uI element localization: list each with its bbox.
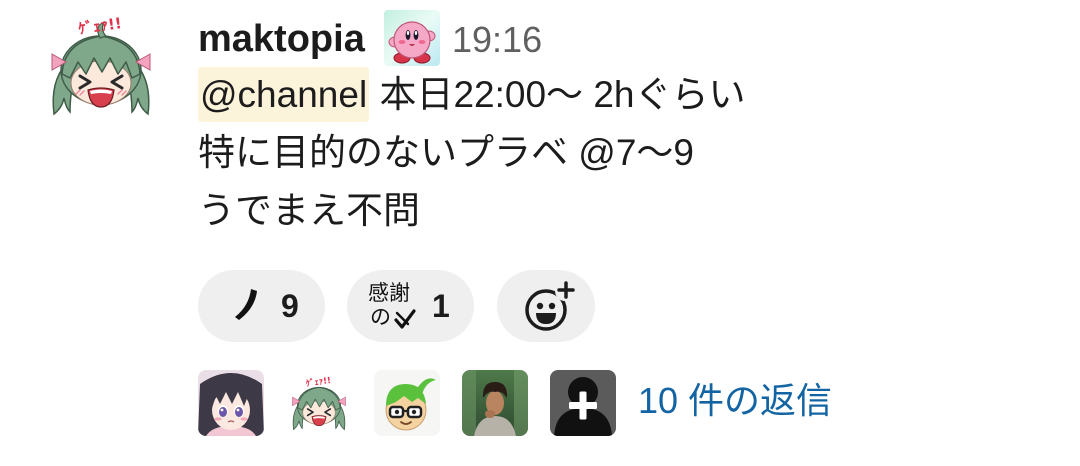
add-reaction-icon bbox=[525, 281, 575, 331]
person-photo-avatar-icon bbox=[462, 370, 528, 436]
emoji-text-top: 感謝 bbox=[368, 282, 410, 305]
reaction-kansha[interactable]: 感謝 の 1 bbox=[347, 270, 474, 342]
reply-avatar bbox=[550, 370, 616, 436]
add-reaction-button[interactable] bbox=[497, 270, 595, 342]
kirby-emoji-icon bbox=[384, 10, 440, 66]
dark-hair-anime-girl-avatar-icon bbox=[198, 370, 264, 436]
message-line-1-text: 本日22:00〜 2hぐらい bbox=[379, 74, 746, 115]
reply-avatar bbox=[198, 370, 264, 436]
emoji-text-bottom: の bbox=[370, 306, 391, 329]
message-line-1: @channel 本日22:00〜 2hぐらい bbox=[198, 66, 1058, 124]
avatar-lettering: ｹﾞｪｧ!! bbox=[77, 14, 123, 38]
message-line-3: うでまえ不問 bbox=[198, 190, 420, 231]
green-hair-girl-sticker-icon: ｹﾞｪｧ!! bbox=[51, 14, 151, 116]
katakana-no-emoji-icon bbox=[235, 289, 257, 320]
avatar-lettering: ｹﾞｪｧ!! bbox=[305, 374, 332, 389]
reaction-count: 9 bbox=[281, 288, 299, 324]
message-text: @channel 本日22:00〜 2hぐらい 特に目的のないプラベ @7〜9 … bbox=[198, 66, 1058, 240]
reaction-count: 1 bbox=[432, 288, 450, 324]
check-mark-icon bbox=[394, 309, 416, 329]
author-avatar[interactable]: ｹﾞｪｧ!! bbox=[40, 12, 162, 117]
reply-avatar bbox=[462, 370, 528, 436]
default-user-plus-avatar-icon bbox=[550, 370, 616, 436]
green-hair-girl-sticker-icon: ｹﾞｪｧ!! bbox=[292, 374, 346, 431]
kansha-no-check-emoji-icon: 感謝 の bbox=[368, 282, 420, 332]
channel-mention: @channel bbox=[198, 67, 370, 122]
reply-avatar bbox=[374, 370, 440, 436]
reply-avatar: ｹﾞｪｧ!! bbox=[286, 370, 352, 436]
message-line-2: 特に目的のないプラベ @7〜9 bbox=[198, 132, 694, 173]
message-timestamp[interactable]: 19:16 bbox=[452, 16, 542, 64]
reaction-katakana-no[interactable]: 9 bbox=[198, 270, 325, 342]
reply-count-link[interactable]: 10 件の返信 bbox=[638, 378, 832, 424]
inkling-with-glasses-avatar-icon bbox=[374, 370, 440, 436]
author-name[interactable]: maktopia bbox=[198, 15, 365, 63]
